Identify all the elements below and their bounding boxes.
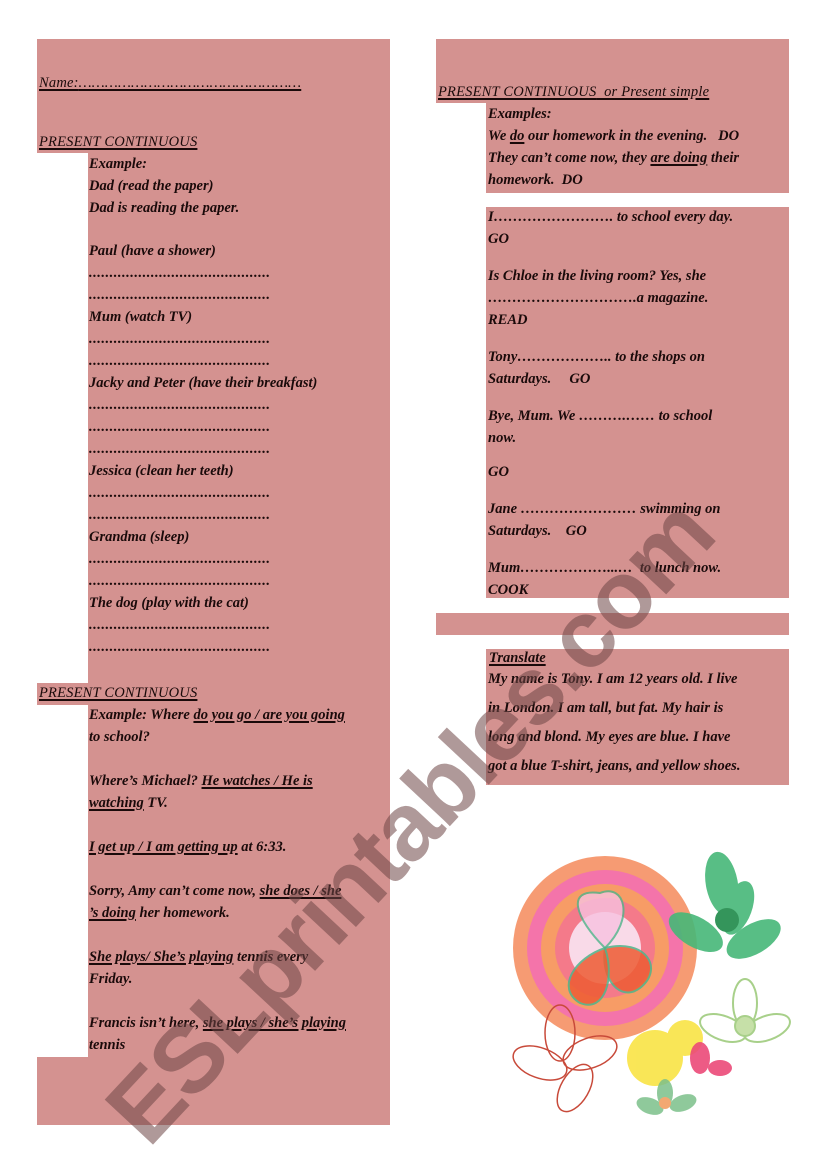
answer-line[interactable]: ........................................… <box>89 328 317 350</box>
item-francis-line2: tennis <box>89 1037 126 1053</box>
item-michael-line2: watching TV. <box>89 795 168 811</box>
exercise-list: I……………………. to school every day. GO Is Ch… <box>488 206 733 601</box>
section2-title: PRESENT CONTINUOUS <box>39 685 198 701</box>
example-do: We do our homework in the evening. DO <box>488 128 740 144</box>
answer-line[interactable]: ........................................… <box>89 504 317 526</box>
answer-line[interactable]: ........................................… <box>89 284 317 306</box>
section2-example: Example: Where do you go / are you going <box>89 707 345 723</box>
item-francis: Francis isn’t here, she plays / she’s pl… <box>89 1015 346 1031</box>
choice-amy-2[interactable]: ’s doing <box>89 905 136 921</box>
example-line2: homework. DO <box>488 172 583 188</box>
flower-clipart <box>512 851 791 1115</box>
exercise-6[interactable]: Mum………………...… to lunch now. <box>488 557 733 579</box>
example-choice[interactable]: do you go / are you going <box>193 707 344 723</box>
answer-line[interactable]: ........................................… <box>89 482 317 504</box>
section2-example-line2: to school? <box>89 729 150 745</box>
choice-francis[interactable]: she plays / she’s playing <box>203 1015 346 1031</box>
answer-line[interactable]: ........................................… <box>89 570 317 592</box>
pink-butterfly <box>690 1042 732 1076</box>
translate-line: My name is Tony. I am 12 years old. I li… <box>488 671 738 687</box>
item-michael: Where’s Michael? He watches / He is <box>89 773 313 789</box>
choice-get-up[interactable]: I get up / I am getting up <box>89 839 238 855</box>
item-get-up: I get up / I am getting up at 6:33. <box>89 839 287 855</box>
prompt-jacky-peter: Jacky and Peter (have their breakfast) <box>89 375 318 391</box>
translate-line: got a blue T-shirt, jeans, and yellow sh… <box>488 758 741 774</box>
example-are-doing: They can’t come now, they are doing thei… <box>488 150 740 166</box>
exercise-3[interactable]: Tony……………….. to the shops on <box>488 346 733 368</box>
item-amy-line2: ’s doing her homework. <box>89 905 230 921</box>
exercise-3-verb: Saturdays. GO <box>488 371 591 387</box>
left-indent-gap-1 <box>37 153 88 685</box>
name-label: Name: <box>39 75 79 91</box>
section3-indent-gap <box>436 103 486 193</box>
exercise-4-verb: GO <box>488 464 509 480</box>
name-blank[interactable]: …………………………………………… <box>79 75 302 91</box>
exercise-4-line2: now. <box>488 430 517 446</box>
exercise-2-verb: READ <box>488 312 528 328</box>
answer-line[interactable]: ........................................… <box>89 548 317 570</box>
exercise-2-blank[interactable]: ………………………….a magazine. <box>488 287 733 309</box>
exercise-4[interactable]: Bye, Mum. We ……….…… to school <box>488 405 733 427</box>
answer-line[interactable]: ........................................… <box>89 614 317 636</box>
answer-line[interactable]: ........................................… <box>89 636 317 658</box>
answer-line[interactable]: ........................................… <box>89 262 317 284</box>
answer-line[interactable]: ........................................… <box>89 438 317 460</box>
section3-examples: Examples: We do our homework in the even… <box>488 103 739 191</box>
small-green-flower <box>636 1079 697 1115</box>
exercise-2: Is Chloe in the living room? Yes, she <box>488 268 707 284</box>
section3-title: PRESENT CONTINUOUS or Present simple <box>438 84 710 100</box>
choice-tennis[interactable]: She plays/ She’s playing <box>89 949 233 965</box>
exercise-6-verb: COOK <box>488 582 529 598</box>
translate-line: in London. I am tall, but fat. My hair i… <box>488 700 724 716</box>
example-answer: Dad is reading the paper. <box>89 200 240 216</box>
translate-line: long and blond. My eyes are blue. I have <box>488 729 731 745</box>
choice-michael-2[interactable]: watching <box>89 795 144 811</box>
choice-michael[interactable]: He watches / He is <box>202 773 313 789</box>
divider-bar <box>436 613 789 635</box>
prompt-dog: The dog (play with the cat) <box>89 595 249 611</box>
section1-content: Example: Dad (read the paper) Dad is rea… <box>89 153 317 658</box>
item-tennis: She plays/ She’s playing tennis every <box>89 949 309 965</box>
answer-line[interactable]: ........................................… <box>89 394 317 416</box>
prompt-paul: Paul (have a shower) <box>89 243 216 259</box>
prompt-mum: Mum (watch TV) <box>89 309 193 325</box>
name-field[interactable]: Name:…………………………………………… <box>39 72 301 94</box>
examples-label: Examples: <box>488 106 552 122</box>
choice-amy[interactable]: she does / she <box>260 883 342 899</box>
example-prompt: Dad (read the paper) <box>89 178 214 194</box>
prompt-grandma: Grandma (sleep) <box>89 529 190 545</box>
section2-content: Example: Where do you go / are you going… <box>89 704 346 1056</box>
exercise-1-verb: GO <box>488 231 509 247</box>
prompt-jessica: Jessica (clean her teeth) <box>89 463 234 479</box>
exercise-5[interactable]: Jane …………………… swimming on <box>488 498 733 520</box>
answer-line[interactable]: ........................................… <box>89 416 317 438</box>
left-indent-gap-2 <box>37 705 88 1057</box>
translate-title: Translate <box>489 650 546 666</box>
answer-line[interactable]: ........................................… <box>89 350 317 372</box>
exercise-1[interactable]: I……………………. to school every day. <box>488 206 733 228</box>
item-tennis-line2: Friday. <box>89 971 133 987</box>
item-amy: Sorry, Amy can’t come now, she does / sh… <box>89 883 342 899</box>
exercise-5-verb: Saturdays. GO <box>488 523 587 539</box>
section1-title: PRESENT CONTINUOUS <box>39 134 198 150</box>
example-label: Example: <box>89 156 147 172</box>
translate-text: My name is Tony. I am 12 years old. I li… <box>488 668 740 784</box>
outline-flower-green <box>699 978 791 1043</box>
